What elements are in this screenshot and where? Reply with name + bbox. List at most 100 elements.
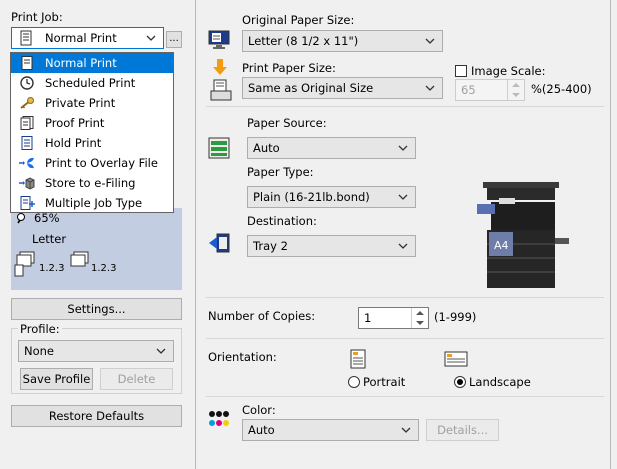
proof-document-icon: [20, 116, 34, 130]
landscape-label: Landscape: [469, 375, 531, 389]
panel-edge: [610, 0, 611, 469]
print-job-option[interactable]: Print to Overlay File: [11, 153, 173, 173]
print-job-option[interactable]: Store to e-Filing: [11, 173, 173, 193]
chevron-down-icon: [156, 348, 166, 354]
original-paper-size-label: Original Paper Size:: [242, 13, 355, 27]
chevron-down-icon: [425, 85, 435, 91]
collate-pages-icon: [14, 251, 35, 277]
orientation-label: Orientation:: [208, 350, 277, 364]
chevron-down-icon: [401, 427, 411, 433]
print-paper-size-value: Same as Original Size: [248, 81, 374, 95]
print-job-dropdown[interactable]: Normal Print Scheduled Print Private Pri…: [10, 52, 174, 213]
original-paper-size-select[interactable]: Letter (8 1/2 x 11"): [242, 30, 443, 52]
profile-value: None: [24, 344, 55, 358]
option-label: Multiple Job Type: [45, 196, 143, 210]
profile-label: Profile:: [18, 322, 62, 336]
print-job-option[interactable]: Normal Print: [11, 53, 173, 73]
paper-source-icon: [208, 137, 230, 159]
paper-source-value: Auto: [253, 141, 280, 155]
normal-print-icon: [20, 30, 32, 46]
spin-down-icon[interactable]: [416, 321, 424, 325]
image-scale-spinner[interactable]: 65: [455, 79, 525, 101]
option-label: Scheduled Print: [45, 76, 136, 90]
magnifier-icon: [17, 213, 25, 224]
paper-type-value: Plain (16-21lb.bond): [253, 190, 370, 204]
print-paper-size-select[interactable]: Same as Original Size: [242, 77, 443, 99]
copies-value: 1: [364, 311, 372, 325]
key-icon: [20, 97, 34, 109]
destination-select[interactable]: Tray 2: [247, 235, 416, 257]
save-profile-button[interactable]: Save Profile: [20, 368, 93, 390]
print-job-option[interactable]: Hold Print: [11, 133, 173, 153]
print-job-select[interactable]: Normal Print: [11, 27, 164, 49]
copies-spinner[interactable]: 1: [358, 307, 429, 329]
option-label: Private Print: [45, 96, 116, 110]
option-label: Print to Overlay File: [45, 156, 158, 170]
print-job-option[interactable]: Proof Print: [11, 113, 173, 133]
collate-pages-icon: [70, 251, 89, 267]
multiple-job-icon: [20, 196, 35, 210]
chevron-down-icon: [398, 243, 408, 249]
profile-select[interactable]: None: [18, 340, 174, 362]
paper-source-select[interactable]: Auto: [247, 137, 416, 159]
landscape-page-icon: [444, 351, 468, 367]
preview-paper: Letter: [32, 232, 67, 246]
destination-icon: [209, 233, 230, 253]
print-preview: 65% Letter 1.2.3 1.2.3: [11, 208, 182, 290]
color-select[interactable]: Auto: [242, 419, 419, 441]
option-label: Hold Print: [45, 136, 102, 150]
delete-profile-button[interactable]: Delete: [100, 368, 173, 390]
restore-defaults-button[interactable]: Restore Defaults: [11, 405, 182, 427]
paper-type-select[interactable]: Plain (16-21lb.bond): [247, 186, 416, 208]
chevron-down-icon: [398, 145, 408, 151]
settings-button[interactable]: Settings...: [11, 298, 182, 320]
clock-icon: [20, 76, 34, 90]
print-paper-size-label: Print Paper Size:: [242, 61, 336, 75]
spin-up-icon[interactable]: [416, 311, 424, 315]
color-dots-icon: [209, 411, 229, 426]
color-label: Color:: [242, 403, 276, 417]
paper-type-label: Paper Type:: [247, 165, 314, 179]
destination-label: Destination:: [247, 214, 317, 228]
box-icon: [19, 177, 35, 190]
divider: [206, 396, 604, 397]
portrait-label: Portrait: [363, 375, 406, 389]
preview-zoom: 65%: [34, 211, 60, 225]
copies-range: (1-999): [434, 310, 477, 324]
print-job-value: Normal Print: [45, 31, 117, 45]
print-job-option[interactable]: Scheduled Print: [11, 73, 173, 93]
print-paper-size-icon: [210, 59, 232, 101]
image-scale-range: %(25-400): [531, 82, 592, 96]
portrait-radio[interactable]: [348, 376, 360, 388]
more-button[interactable]: ...: [166, 31, 182, 48]
option-label: Proof Print: [45, 116, 105, 130]
details-button[interactable]: Details...: [426, 419, 499, 441]
chevron-down-icon: [146, 35, 156, 41]
option-label: Normal Print: [45, 56, 117, 70]
chevron-down-icon: [425, 38, 435, 44]
option-label: Store to e-Filing: [45, 176, 136, 190]
paper-source-label: Paper Source:: [247, 116, 327, 130]
divider: [206, 297, 604, 298]
hold-document-icon: [21, 136, 33, 150]
spin-up-icon[interactable]: [512, 83, 520, 87]
normal-print-icon: [21, 56, 33, 70]
print-job-option[interactable]: Multiple Job Type: [11, 193, 173, 213]
printer-image: [477, 182, 569, 288]
spin-down-icon[interactable]: [512, 93, 520, 97]
print-job-option[interactable]: Private Print: [11, 93, 173, 113]
panel-separator: [195, 0, 196, 469]
divider: [206, 106, 604, 107]
copies-label: Number of Copies:: [208, 309, 316, 323]
image-scale-checkbox[interactable]: [455, 65, 467, 77]
collate-label-a: 1.2.3: [39, 263, 65, 274]
print-job-label: Print Job:: [11, 10, 63, 24]
portrait-page-icon: [350, 349, 366, 369]
monitor-icon: [208, 30, 230, 49]
chevron-down-icon: [398, 194, 408, 200]
collate-label-b: 1.2.3: [91, 263, 117, 274]
image-scale-label: Image Scale:: [471, 64, 546, 78]
divider: [206, 338, 604, 339]
printer-paper-label: A4: [494, 239, 509, 252]
landscape-radio[interactable]: [454, 376, 466, 388]
